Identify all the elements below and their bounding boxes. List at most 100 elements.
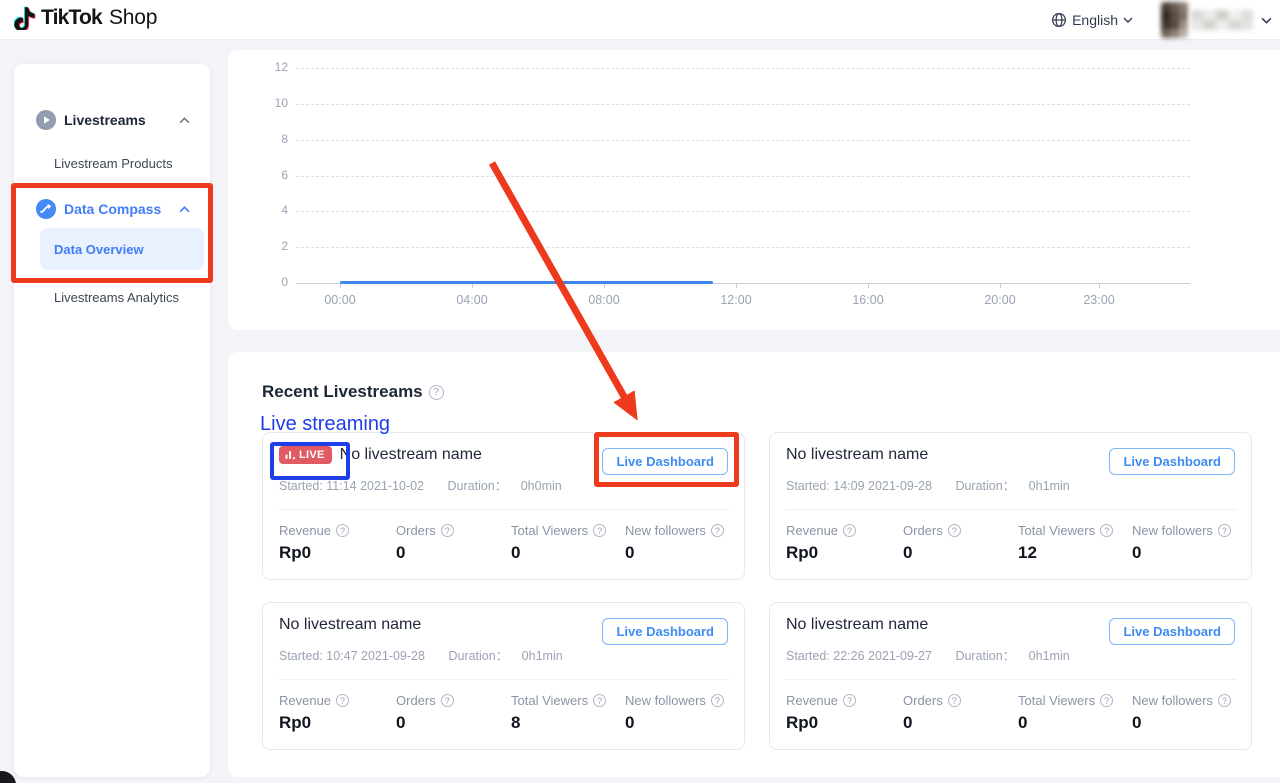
- stat-value: 0: [903, 713, 961, 733]
- gridline: [296, 68, 1190, 69]
- live-dashboard-button[interactable]: Live Dashboard: [602, 618, 728, 645]
- y-tick-label: 6: [248, 168, 288, 182]
- chart-series-line: [340, 281, 713, 284]
- started-text: Started: 11:14 2021-10-02: [279, 479, 424, 493]
- sidebar-subitem-label: Data Overview: [54, 242, 144, 257]
- started-text: Started: 22:26 2021-09-27: [786, 649, 932, 663]
- sidebar-item-livestream-products[interactable]: Livestream Products: [40, 142, 204, 184]
- livestream-card: No livestream name Started: 10:47 2021-0…: [262, 602, 745, 750]
- help-icon[interactable]: [1218, 524, 1231, 537]
- card-stats: Revenue Rp0 Orders 0 Total Viewers 8 New…: [279, 679, 730, 749]
- chevron-down-icon: [1123, 17, 1133, 23]
- livestream-meta: Started: 10:47 2021-09-28 Duration： 0h1m…: [279, 645, 563, 664]
- live-dashboard-button[interactable]: Live Dashboard: [1109, 618, 1235, 645]
- help-icon[interactable]: [336, 694, 349, 707]
- help-icon[interactable]: [441, 694, 454, 707]
- tiktok-shop-logo[interactable]: TikTok Shop: [14, 6, 157, 30]
- livestream-title: No livestream name: [786, 446, 928, 464]
- stat-value: 0: [1132, 543, 1231, 563]
- duration-value: 0h0min: [521, 479, 562, 493]
- help-icon[interactable]: [711, 694, 724, 707]
- tiktok-note-icon: [14, 6, 36, 30]
- live-dashboard-button[interactable]: Live Dashboard: [602, 448, 728, 475]
- x-tick-label: 12:00: [708, 293, 764, 307]
- duration-label: Duration：: [448, 649, 508, 663]
- stat-revenue: Revenue Rp0: [279, 693, 349, 733]
- stat-revenue: Revenue Rp0: [279, 523, 349, 563]
- stat-value: 0: [1132, 713, 1231, 733]
- x-tick-label: 00:00: [312, 293, 368, 307]
- account-name-blurred: [1191, 10, 1253, 30]
- stat-revenue: Revenue Rp0: [786, 693, 856, 733]
- help-icon[interactable]: [843, 694, 856, 707]
- livestream-title: No livestream name: [340, 446, 482, 464]
- livestream-card: LIVE No livestream name Started: 11:14 2…: [262, 432, 745, 580]
- stat-total-viewers: Total Viewers 12: [1018, 523, 1113, 563]
- help-icon[interactable]: [441, 524, 454, 537]
- duration-value: 0h1min: [1029, 649, 1070, 663]
- stat-total-viewers: Total Viewers 8: [511, 693, 606, 733]
- y-tick-label: 12: [248, 60, 288, 74]
- sidebar-item-label: Data Compass: [64, 201, 161, 217]
- stat-new-followers: New followers 0: [625, 693, 724, 733]
- language-selector[interactable]: English: [1051, 12, 1133, 28]
- help-icon[interactable]: [1218, 694, 1231, 707]
- x-tick-mark: [1099, 283, 1100, 288]
- x-tick-mark: [868, 283, 869, 288]
- y-tick-label: 2: [248, 239, 288, 253]
- recent-livestreams-section: Recent Livestreams LIVE No livestream na…: [228, 352, 1280, 777]
- stat-orders: Orders 0: [396, 693, 454, 733]
- x-tick-mark: [736, 283, 737, 288]
- livestream-title: No livestream name: [786, 616, 928, 634]
- account-menu[interactable]: [1161, 2, 1272, 38]
- stat-value: 0: [1018, 713, 1113, 733]
- stat-value: 12: [1018, 543, 1113, 563]
- stat-new-followers: New followers 0: [625, 523, 724, 563]
- help-icon[interactable]: [593, 694, 606, 707]
- chevron-down-icon: [1261, 17, 1272, 24]
- x-tick-label: 08:00: [576, 293, 632, 307]
- livestream-title: No livestream name: [279, 616, 421, 634]
- stat-value: 0: [396, 543, 454, 563]
- help-icon[interactable]: [593, 524, 606, 537]
- sidebar-item-label: Livestreams: [64, 112, 146, 128]
- card-stats: Revenue Rp0 Orders 0 Total Viewers 0 New…: [786, 679, 1237, 749]
- livestream-meta: Started: 14:09 2021-09-28 Duration： 0h1m…: [786, 475, 1070, 494]
- stat-new-followers: New followers 0: [1132, 693, 1231, 733]
- stat-value: Rp0: [279, 543, 349, 563]
- play-circle-icon: [36, 110, 56, 130]
- globe-icon: [1051, 12, 1067, 28]
- sidebar-item-livestreams-analytics[interactable]: Livestreams Analytics: [40, 276, 204, 318]
- card-stats: Revenue Rp0 Orders 0 Total Viewers 12 Ne…: [786, 509, 1237, 579]
- duration-value: 0h1min: [522, 649, 563, 663]
- help-icon[interactable]: [429, 385, 444, 400]
- x-tick-label: 20:00: [972, 293, 1028, 307]
- duration-label: Duration：: [955, 479, 1015, 493]
- trend-arrow-icon: [36, 199, 56, 219]
- x-tick-label: 16:00: [840, 293, 896, 307]
- top-header: TikTok Shop English: [0, 0, 1280, 40]
- y-tick-label: 8: [248, 132, 288, 146]
- sidebar-item-data-compass[interactable]: Data Compass: [14, 189, 210, 229]
- help-icon[interactable]: [711, 524, 724, 537]
- help-icon[interactable]: [1100, 524, 1113, 537]
- help-icon[interactable]: [1100, 694, 1113, 707]
- sidebar-item-livestreams[interactable]: Livestreams: [14, 100, 210, 140]
- logo-brand-text: TikTok: [41, 6, 102, 30]
- section-title: Recent Livestreams: [262, 382, 444, 402]
- help-icon[interactable]: [336, 524, 349, 537]
- x-tick-label: 23:00: [1071, 293, 1127, 307]
- help-icon[interactable]: [843, 524, 856, 537]
- duration-label: Duration：: [955, 649, 1015, 663]
- live-dashboard-button[interactable]: Live Dashboard: [1109, 448, 1235, 475]
- help-icon[interactable]: [948, 524, 961, 537]
- stat-orders: Orders 0: [903, 523, 961, 563]
- stat-value: 8: [511, 713, 606, 733]
- sidebar-item-data-overview[interactable]: Data Overview: [40, 228, 204, 270]
- help-icon[interactable]: [948, 694, 961, 707]
- gridline: [296, 211, 1190, 212]
- started-text: Started: 10:47 2021-09-28: [279, 649, 425, 663]
- stat-value: Rp0: [786, 713, 856, 733]
- equalizer-icon: [285, 450, 296, 460]
- corner-widget[interactable]: [0, 771, 16, 783]
